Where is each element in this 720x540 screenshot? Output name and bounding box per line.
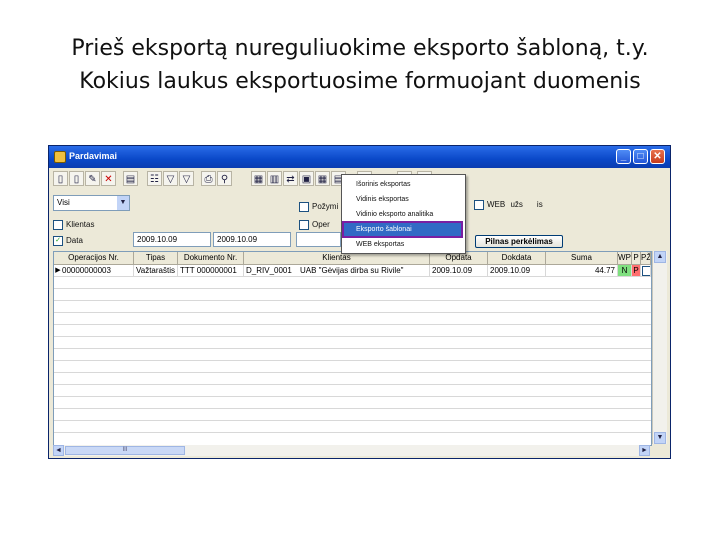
web-label: WEB <box>487 200 506 210</box>
table-row-empty <box>54 313 651 325</box>
data-label: Data <box>66 236 83 246</box>
filter-combo[interactable]: Visi ▼ <box>53 195 130 211</box>
calc-icon[interactable]: ▦ <box>251 171 266 186</box>
menu-item-web-eksportas[interactable]: WEB eksportas <box>344 238 461 251</box>
app-icon <box>54 151 66 163</box>
menu-item-eksporto-sablonai[interactable]: Eksporto šablonai <box>342 221 463 238</box>
export-dropdown-menu: Išorinis eksportas Vidinis eksportas Vid… <box>341 174 466 254</box>
data-checkbox-row[interactable]: ✓ Data <box>53 236 83 246</box>
table-row-empty <box>54 301 651 313</box>
filter-icon[interactable]: ▽ <box>163 171 178 186</box>
table-row-empty <box>54 277 651 289</box>
delete-icon[interactable]: ✕ <box>101 171 116 186</box>
table-row-empty <box>54 385 651 397</box>
export-icon[interactable]: ▥ <box>267 171 282 186</box>
table-row-empty <box>54 337 651 349</box>
tree-icon[interactable]: ☷ <box>147 171 162 186</box>
filter-off-icon[interactable]: ▽ <box>179 171 194 186</box>
slide-title: Prieš eksportą nureguliuokime eksporto š… <box>0 32 720 98</box>
cell-dokumento-nr[interactable]: TTT 000000001 <box>178 265 244 276</box>
window-titlebar[interactable]: Pardavimai _ □ ✕ <box>49 146 670 168</box>
new-doc-icon[interactable]: ▯ <box>53 171 68 186</box>
klientas-checkbox-row[interactable]: Klientas <box>53 220 94 230</box>
cell-p[interactable]: P <box>632 265 641 276</box>
col-p[interactable]: P <box>632 252 641 264</box>
page-icon[interactable]: ▤ <box>123 171 138 186</box>
date-to-field[interactable]: 2009.10.09 <box>213 232 291 247</box>
pozymis-label: Požymi <box>312 202 339 212</box>
filter-combo-value: Visi <box>57 198 70 207</box>
pozymis-checkbox[interactable] <box>299 202 309 212</box>
cell-operacijos-nr[interactable]: 00000000003 <box>60 265 134 276</box>
empty-field[interactable] <box>296 232 341 247</box>
date-from-field[interactable]: 2009.10.09 <box>133 232 211 247</box>
sales-grid: Operacijos Nr. Tipas Dokumento Nr. Klien… <box>53 251 652 446</box>
col-wp[interactable]: WP <box>618 252 632 264</box>
scroll-thumb[interactable]: III <box>65 446 185 455</box>
horizontal-scrollbar[interactable]: ◄ III ► <box>53 445 650 456</box>
col-dokdata[interactable]: Dokdata <box>488 252 546 264</box>
close-button[interactable]: ✕ <box>650 149 665 164</box>
web-checkbox-row[interactable]: WEB užs is <box>474 200 543 210</box>
vertical-scrollbar[interactable]: ▲ ▼ <box>652 251 667 444</box>
table-row-empty <box>54 325 651 337</box>
scroll-left-icon[interactable]: ◄ <box>53 445 64 456</box>
cell-klientas-id[interactable]: D_RIV_0001 <box>244 265 298 276</box>
minimize-button[interactable]: _ <box>616 149 631 164</box>
data-checkbox[interactable]: ✓ <box>53 236 63 246</box>
menu-item-vidinio-eksporto-analitika[interactable]: Vidinio eksporto analitika <box>344 208 461 221</box>
slide-title-line-2: Kokius laukus eksportuosime formuojant d… <box>79 69 641 94</box>
table-row-empty <box>54 397 651 409</box>
table-row-empty <box>54 289 651 301</box>
window-title: Pardavimai <box>69 151 118 161</box>
table-icon[interactable]: ▦ <box>315 171 330 186</box>
cell-klientas[interactable]: UAB "Gėvijas dirba su Rivile" <box>298 265 430 276</box>
cell-wp[interactable]: N <box>618 265 632 276</box>
oper-label: Oper <box>312 220 330 230</box>
web-label-tail: is <box>536 200 543 210</box>
table-row-empty <box>54 421 651 433</box>
slide-title-line-1: Prieš eksportą nureguliuokime eksporto š… <box>71 36 649 61</box>
table-row[interactable]: ▶ 00000000003 Važtaraštis TTT 000000001 … <box>54 265 651 277</box>
scroll-down-icon[interactable]: ▼ <box>654 432 666 444</box>
menu-item-isorinis-eksportas[interactable]: Išorinis eksportas <box>344 178 461 191</box>
cell-suma[interactable]: 44.77 <box>546 265 618 276</box>
cell-pz[interactable] <box>641 265 651 276</box>
web-checkbox[interactable] <box>474 200 484 210</box>
print-icon[interactable]: ⎙ <box>201 171 216 186</box>
maximize-button[interactable]: □ <box>633 149 648 164</box>
pz-checkbox[interactable] <box>642 266 650 276</box>
table-row-empty <box>54 373 651 385</box>
scroll-up-icon[interactable]: ▲ <box>654 251 666 263</box>
pozymis-checkbox-row[interactable]: Požymi <box>299 202 338 212</box>
table-row-empty <box>54 409 651 421</box>
find-icon[interactable]: ⚲ <box>217 171 232 186</box>
pilnas-perkelimas-button[interactable]: Pilnas perkėlimas <box>475 235 563 248</box>
scroll-right-icon[interactable]: ► <box>639 445 650 456</box>
col-pz[interactable]: PŽ <box>641 252 651 264</box>
klientas-label: Klientas <box>66 220 95 230</box>
oper-checkbox[interactable] <box>299 220 309 230</box>
edit-doc-icon[interactable]: ✎ <box>85 171 100 186</box>
cell-dokdata[interactable]: 2009.10.09 <box>488 265 546 276</box>
col-dokumento-nr[interactable]: Dokumento Nr. <box>178 252 244 264</box>
table-row-empty <box>54 349 651 361</box>
copy-doc-icon[interactable]: ▯ <box>69 171 84 186</box>
web-label-after: užs <box>510 200 523 210</box>
cell-tipas[interactable]: Važtaraštis <box>134 265 178 276</box>
table-row-empty <box>54 361 651 373</box>
cell-opdata[interactable]: 2009.10.09 <box>430 265 488 276</box>
klientas-checkbox[interactable] <box>53 220 63 230</box>
pardavimai-window: Pardavimai _ □ ✕ ▯ ▯ ✎ ✕ ▤ ☷ ▽ ▽ ⎙ ⚲ ▦ ▥… <box>48 145 671 459</box>
image-icon[interactable]: ▣ <box>299 171 314 186</box>
oper-checkbox-row[interactable]: Oper <box>299 220 330 230</box>
grid-icon[interactable]: ⇄ <box>283 171 298 186</box>
col-tipas[interactable]: Tipas <box>134 252 178 264</box>
col-operacijos-nr[interactable]: Operacijos Nr. <box>54 252 134 264</box>
menu-item-vidinis-eksportas[interactable]: Vidinis eksportas <box>344 193 461 206</box>
chevron-down-icon[interactable]: ▼ <box>117 196 129 210</box>
col-suma[interactable]: Suma <box>546 252 618 264</box>
